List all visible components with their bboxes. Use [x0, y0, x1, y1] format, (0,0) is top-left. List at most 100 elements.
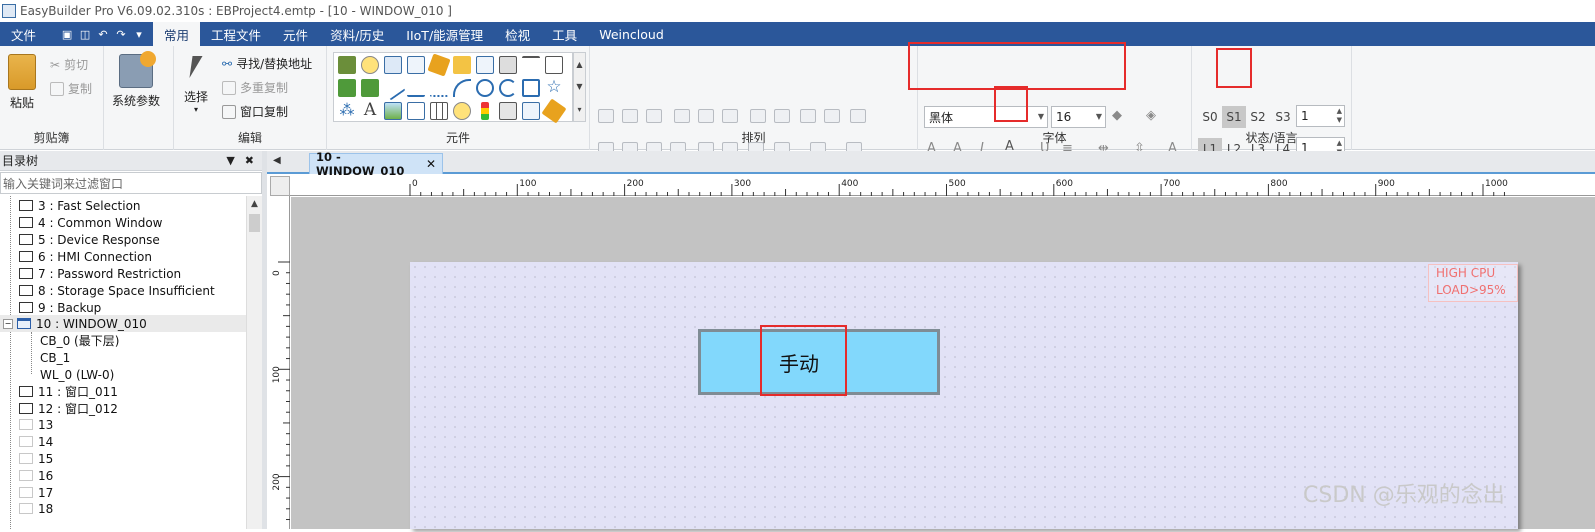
menu-file[interactable]: 文件: [0, 22, 47, 46]
gallery-down-icon[interactable]: ▼: [576, 82, 582, 91]
tree-item[interactable]: 12 : 窗口_012: [0, 400, 246, 417]
window-copy-button[interactable]: 窗口复制: [222, 103, 288, 120]
frame-icon[interactable]: [407, 102, 425, 120]
align-center-icon[interactable]: [622, 109, 638, 123]
tab-weincloud[interactable]: Weincloud: [588, 22, 675, 46]
word-lamp-icon[interactable]: [361, 56, 379, 74]
spinner-arrows-icon[interactable]: ▲▼: [1337, 107, 1342, 125]
list-icon[interactable]: [545, 56, 563, 74]
copy-button[interactable]: 复制: [50, 80, 92, 97]
gallery-scroll[interactable]: ▲ ▼ ▾: [573, 52, 586, 122]
gallery-more-icon[interactable]: ▾: [577, 105, 581, 114]
clear-format-icon[interactable]: ◈: [1146, 108, 1156, 123]
state-spinner[interactable]: 1 ▲ ▼: [1296, 105, 1345, 127]
tab-home[interactable]: 常用: [153, 22, 201, 46]
trend-icon[interactable]: [430, 79, 448, 97]
table-icon[interactable]: [430, 102, 448, 120]
ruler-corner[interactable]: [270, 176, 290, 196]
multi-copy-button[interactable]: 多重复制: [222, 79, 288, 96]
font-family-select[interactable]: 黑体 ▼: [924, 106, 1048, 128]
ascii-display-icon[interactable]: [361, 79, 379, 97]
tree-filter-input[interactable]: 输入关键词来过滤窗口: [0, 172, 262, 194]
tree-item[interactable]: 8 : Storage Space Insufficient: [0, 282, 246, 299]
function-key-icon[interactable]: [476, 56, 494, 74]
font-size-select[interactable]: 16 ▼: [1051, 106, 1106, 128]
tree-item[interactable]: 4 : Common Window: [0, 214, 246, 231]
tree-item[interactable]: 9 : Backup: [0, 299, 246, 316]
tree-scrollbar[interactable]: ▲: [246, 196, 262, 529]
distribute-horizontal-icon[interactable]: [750, 109, 766, 123]
scroll-up-icon[interactable]: ▲: [247, 196, 262, 212]
system-params-button[interactable]: 系统参数: [112, 51, 160, 109]
number-input-icon[interactable]: [522, 102, 540, 120]
scale-icon[interactable]: ⁂: [338, 102, 356, 120]
tab-data-history[interactable]: 资料/历史: [319, 22, 395, 46]
tree-item[interactable]: 14: [0, 433, 246, 450]
tree-item[interactable]: 6 : HMI Connection: [0, 248, 246, 265]
paste-button[interactable]: 粘贴: [8, 54, 36, 111]
tree-item[interactable]: 5 : Device Response: [0, 231, 246, 248]
close-icon[interactable]: ✕: [426, 157, 436, 171]
tree-item[interactable]: 18: [0, 500, 246, 517]
circle-icon[interactable]: [476, 79, 494, 97]
redo-icon[interactable]: ↷: [115, 28, 127, 41]
slider-icon[interactable]: [522, 56, 540, 74]
tab-objects[interactable]: 元件: [272, 22, 319, 46]
save-icon[interactable]: ▣: [61, 28, 73, 41]
customize-icon[interactable]: ▾: [133, 28, 145, 41]
polyline-icon[interactable]: [407, 79, 425, 97]
numeric-icon[interactable]: [407, 56, 425, 74]
tree-subitem[interactable]: WL_0 (LW-0): [0, 366, 246, 383]
rectangle-icon[interactable]: [522, 79, 540, 97]
tab-window-010[interactable]: 10 - WINDOW_010 ✕: [309, 150, 443, 178]
align-top-icon[interactable]: [674, 109, 690, 123]
find-replace-button[interactable]: ⚯ 寻找/替换地址: [222, 55, 312, 72]
select-dropdown-icon[interactable]: ▾: [194, 105, 198, 114]
manual-button-object[interactable]: 手动: [698, 329, 940, 395]
tree-item[interactable]: 17: [0, 484, 246, 501]
align-middle-icon[interactable]: [698, 109, 714, 123]
arc-icon[interactable]: [453, 79, 471, 97]
same-height-icon[interactable]: [824, 109, 840, 123]
picture-icon[interactable]: [384, 102, 402, 120]
state-s0-button[interactable]: S0: [1198, 106, 1222, 128]
save-as-icon[interactable]: ◫: [79, 28, 91, 41]
panel-menu-icon[interactable]: ▼: [226, 154, 234, 167]
state-s1-button[interactable]: S1: [1222, 106, 1246, 128]
line-icon[interactable]: [380, 75, 406, 101]
tab-project[interactable]: 工程文件: [200, 22, 272, 46]
undo-icon[interactable]: ↶: [97, 28, 109, 41]
traffic-light-icon[interactable]: [481, 102, 489, 120]
tree-item[interactable]: 15: [0, 450, 246, 467]
combo-icon[interactable]: [499, 56, 517, 74]
fill-color-icon[interactable]: ◆: [1112, 108, 1122, 123]
tree-item-selected[interactable]: −10 : WINDOW_010: [0, 315, 246, 332]
tree-item[interactable]: 13: [0, 416, 246, 433]
tree-item[interactable]: 16: [0, 467, 246, 484]
bit-lamp-icon[interactable]: [338, 56, 356, 74]
star-icon[interactable]: ☆: [545, 79, 563, 97]
tab-tools[interactable]: 工具: [541, 22, 588, 46]
align-left-icon[interactable]: [598, 109, 614, 123]
tab-iiot[interactable]: IIoT/能源管理: [395, 22, 494, 46]
select-button[interactable]: 选择 ▾: [184, 56, 208, 114]
distribute-vertical-icon[interactable]: [774, 109, 790, 123]
keypad-icon[interactable]: [499, 102, 517, 120]
scrollbar-thumb[interactable]: [249, 214, 260, 232]
state-s3-button[interactable]: S3: [1271, 106, 1295, 128]
tab-view[interactable]: 检视: [494, 22, 541, 46]
align-right-icon[interactable]: [646, 109, 662, 123]
cut-button[interactable]: ✂ 剪切: [50, 56, 88, 73]
tab-nav-icon[interactable]: ◀: [273, 155, 281, 166]
close-icon[interactable]: ✖: [245, 154, 254, 167]
tree-item[interactable]: 11 : 窗口_011: [0, 383, 246, 400]
tag-edit-icon[interactable]: [541, 98, 567, 124]
tree-subitem[interactable]: CB_0 (最下层): [0, 332, 246, 349]
xy-position-icon[interactable]: [850, 109, 866, 123]
tree-item[interactable]: 7 : Password Restriction: [0, 265, 246, 282]
bar-graph-icon[interactable]: [384, 56, 402, 74]
image-lamp-icon[interactable]: [453, 56, 471, 74]
pie-icon[interactable]: [499, 79, 517, 97]
same-width-icon[interactable]: [800, 109, 816, 123]
align-bottom-icon[interactable]: [722, 109, 738, 123]
